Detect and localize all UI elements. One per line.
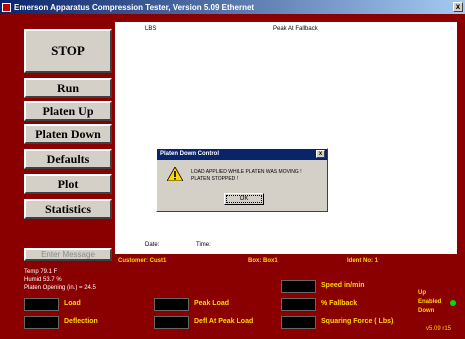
enter-message-button[interactable]: Enter Message [24, 248, 112, 261]
close-button[interactable]: x [453, 2, 463, 12]
version-label: v5.09 r15 [426, 326, 452, 332]
plot-units-label: LBS [145, 26, 157, 32]
fallback-label: % Fallback [321, 300, 358, 307]
squaring-value-box [281, 316, 316, 329]
dialog-close-button[interactable]: x [316, 150, 325, 158]
dialog-title: Platen Down Control [160, 151, 219, 157]
main-window: Emerson Apparatus Compression Tester, Ve… [0, 0, 465, 339]
plot-button[interactable]: Plot [24, 174, 112, 194]
defaults-button[interactable]: Defaults [24, 149, 112, 169]
speed-value-box [281, 280, 316, 293]
platen-up-button[interactable]: Platen Up [24, 101, 112, 121]
plot-peak-label: Peak At Fallback [273, 26, 318, 32]
deflection-value-box [24, 316, 59, 329]
dialog-ok-button[interactable]: OK [224, 193, 264, 205]
peak-load-label: Peak Load [194, 300, 230, 307]
plot-time-label: Time: [196, 242, 211, 248]
platen-opening-readout: Platen Opening (in.) = 24.5 [24, 285, 96, 291]
plot-area: LBS Peak At Fallback Date: Time: [115, 22, 457, 254]
dialog-title-bar: Platen Down Control x [157, 149, 327, 160]
run-button[interactable]: Run [24, 78, 112, 98]
platen-down-status: Down [418, 308, 435, 314]
app-icon [2, 2, 11, 12]
peak-load-value-box [154, 298, 189, 311]
title-bar: Emerson Apparatus Compression Tester, Ve… [0, 0, 465, 14]
load-label: Load [64, 300, 81, 307]
platen-enabled-status: Enabled [418, 299, 442, 305]
temp-readout: Temp 79.1 F [24, 269, 58, 275]
load-value-box [24, 298, 59, 311]
platen-up-status: Up [418, 290, 426, 296]
speed-label: Speed in/min [321, 282, 365, 289]
defl-at-peak-label: Defl At Peak Load [194, 318, 254, 325]
ident-label: Ident No: 1 [347, 258, 378, 264]
stop-button[interactable]: STOP [24, 29, 112, 73]
box-label: Box: Box1 [248, 258, 278, 264]
fallback-value-box [281, 298, 316, 311]
enabled-indicator-led [450, 300, 456, 306]
platen-down-button[interactable]: Platen Down [24, 124, 112, 144]
dialog-message-line1: LOAD APPLIED WHILE PLATEN WAS MOVING ! [191, 169, 302, 175]
plot-date-label: Date: [145, 242, 160, 248]
dialog-message: LOAD APPLIED WHILE PLATEN WAS MOVING ! P… [191, 169, 302, 183]
statistics-button[interactable]: Statistics [24, 199, 112, 219]
window-title: Emerson Apparatus Compression Tester, Ve… [14, 2, 255, 12]
dialog-message-line2: PLATEN STOPPED ! [191, 176, 239, 182]
customer-label: Customer: Cust1 [118, 258, 167, 264]
platen-down-dialog: Platen Down Control x LOAD APPLIED WHILE… [156, 148, 328, 212]
squaring-label: Squaring Force ( Lbs) [321, 318, 394, 325]
defl-at-peak-value-box [154, 316, 189, 329]
warning-icon [167, 167, 183, 181]
deflection-label: Deflection [64, 318, 98, 325]
humid-readout: Humid 53.7 % [24, 277, 62, 283]
